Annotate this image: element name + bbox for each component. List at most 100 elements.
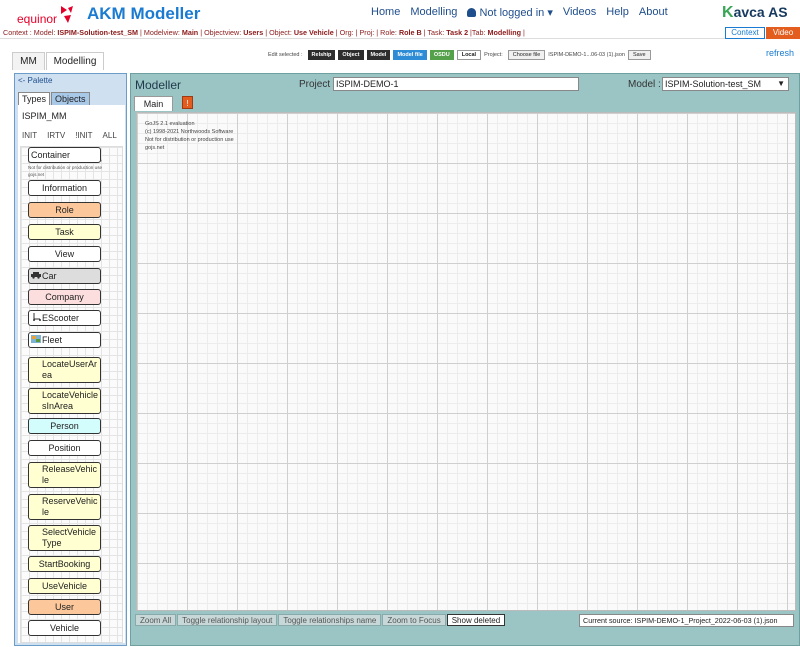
save-button[interactable]: Save bbox=[627, 49, 651, 60]
nav-about[interactable]: About bbox=[639, 6, 668, 19]
palette-item-label: User bbox=[54, 601, 74, 612]
palette-item-fleet[interactable]: Fleet bbox=[28, 332, 101, 348]
tab-modelling[interactable]: Modelling bbox=[46, 52, 104, 70]
context-role: Role B bbox=[398, 28, 422, 37]
nav-videos[interactable]: Videos bbox=[563, 6, 596, 19]
equinor-star-icon bbox=[61, 6, 74, 23]
model-file-button[interactable]: Model file bbox=[393, 49, 427, 60]
palette-item-locatevehiclesinarea[interactable]: LocateVehicle sInArea bbox=[28, 388, 101, 414]
context-button[interactable]: Context bbox=[725, 27, 765, 39]
palette-item-label: Information bbox=[41, 182, 88, 193]
diagram-canvas[interactable]: GoJS 2.1 evaluation (c) 1998-2021 Northw… bbox=[136, 112, 796, 611]
canvas-eval-watermark: GoJS 2.1 evaluation (c) 1998-2021 Northw… bbox=[145, 120, 234, 152]
model-select[interactable]: ISPIM-Solution-test_SM ▼ bbox=[662, 77, 789, 91]
palette-item-locateuserarea[interactable]: LocateUserAr ea bbox=[28, 357, 101, 383]
palette-item-person[interactable]: Person bbox=[28, 418, 101, 434]
local-button[interactable]: Local bbox=[456, 49, 482, 60]
modeller-title: Modeller bbox=[135, 78, 182, 92]
toggle-relationship-layout-button[interactable]: Toggle relationship layout bbox=[177, 614, 278, 626]
add-modelview-button[interactable]: ! bbox=[182, 96, 193, 109]
context-task-label: | Task: bbox=[421, 28, 447, 37]
model-button[interactable]: Model bbox=[366, 49, 391, 60]
palette-item-label: SelectVehicle Type bbox=[42, 527, 97, 548]
palette-item-reservevehicle[interactable]: ReserveVehic le bbox=[28, 494, 101, 520]
relship-button[interactable]: Relship bbox=[307, 49, 336, 60]
metamodel-name: ISPIM_MM bbox=[22, 111, 67, 121]
palette-item-role[interactable]: Role bbox=[28, 202, 101, 218]
palette-item-label: Car bbox=[42, 270, 57, 281]
palette-item-label: Role bbox=[55, 204, 74, 215]
filter-irtv[interactable]: IRTV bbox=[47, 131, 65, 140]
palette-item-car[interactable]: Car bbox=[28, 268, 101, 284]
tab-main[interactable]: Main bbox=[134, 96, 173, 111]
context-modelview: Main bbox=[181, 28, 199, 37]
kavca-k-icon: K bbox=[722, 4, 734, 21]
palette-item-company[interactable]: Company bbox=[28, 289, 101, 305]
top-navbar: equinor AKM Modeller Home Modelling Not … bbox=[0, 0, 800, 27]
palette-eval-line: Not for distribution or production use bbox=[28, 165, 103, 170]
palette-item-label: ReleaseVehic le bbox=[42, 464, 98, 485]
palette-item-task[interactable]: Task bbox=[28, 224, 101, 240]
toggle-relationships-name-button[interactable]: Toggle relationships name bbox=[278, 614, 382, 626]
filter-init[interactable]: INIT bbox=[22, 131, 37, 140]
palette-item-label: View bbox=[54, 248, 75, 259]
nav-links: Home Modelling Not logged in ▾ Videos He… bbox=[371, 6, 678, 19]
osdu-button[interactable]: OSDU bbox=[429, 49, 454, 60]
tab-mm[interactable]: MM bbox=[12, 52, 45, 70]
user-icon bbox=[467, 8, 477, 17]
palette-item-escooter[interactable]: EScooter bbox=[28, 310, 101, 326]
nav-user-label: Not logged in ▾ bbox=[479, 7, 553, 19]
canvas-eval-line: (c) 1998-2021 Northwoods Software bbox=[145, 129, 234, 135]
filter-not-init[interactable]: !INIT bbox=[75, 131, 92, 140]
fleet-icon bbox=[31, 334, 42, 346]
palette-item-view[interactable]: View bbox=[28, 246, 101, 262]
model-label: Model : bbox=[628, 79, 661, 90]
edit-selected-label: Edit selected : bbox=[268, 51, 303, 58]
equinor-wordmark: equinor bbox=[17, 12, 58, 26]
chevron-down-icon: ▼ bbox=[777, 79, 785, 88]
app-title: AKM Modeller bbox=[87, 4, 201, 23]
car-icon bbox=[31, 271, 42, 282]
kavca-logo[interactable]: Kavca AS bbox=[722, 4, 788, 22]
object-button[interactable]: Object bbox=[338, 49, 364, 60]
context-end: | bbox=[521, 28, 525, 37]
palette-item-user[interactable]: User bbox=[28, 599, 101, 615]
palette-item-label: LocateUserAr ea bbox=[42, 359, 98, 380]
context-org-proj: | Org: | Proj: | Role: bbox=[333, 28, 399, 37]
palette-toggle[interactable]: <- Palette bbox=[15, 74, 126, 88]
canvas-eval-line: Not for distribution or production use bbox=[145, 137, 234, 143]
filter-all[interactable]: ALL bbox=[103, 131, 117, 140]
palette-item-container[interactable]: Container bbox=[28, 147, 101, 163]
palette-item-label: Vehicle bbox=[49, 622, 80, 633]
nav-user[interactable]: Not logged in ▾ bbox=[467, 6, 553, 19]
nav-modelling[interactable]: Modelling bbox=[410, 6, 457, 19]
palette-item-usevehicle[interactable]: UseVehicle bbox=[28, 578, 101, 594]
equinor-logo[interactable]: equinor bbox=[17, 2, 74, 26]
zoom-to-focus-button[interactable]: Zoom to Focus bbox=[382, 614, 446, 626]
choose-file-button[interactable]: Choose file bbox=[507, 49, 546, 60]
current-source: Current source: ISPIM-DEMO-1_Project_202… bbox=[579, 614, 794, 627]
zoom-all-button[interactable]: Zoom All bbox=[135, 614, 177, 626]
palette-item-selectvehicletype[interactable]: SelectVehicle Type bbox=[28, 525, 101, 551]
project-file-label: Project: bbox=[484, 51, 503, 58]
palette-item-label: Container bbox=[31, 149, 71, 160]
context-tab-label: |Tab: bbox=[468, 28, 488, 37]
palette-item-label: UseVehicle bbox=[41, 580, 88, 591]
project-name-input[interactable]: ISPIM-DEMO-1 bbox=[333, 77, 579, 91]
context-task: Task 2 bbox=[446, 28, 469, 37]
palette-item-position[interactable]: Position bbox=[28, 440, 101, 456]
palette-item-label: Task bbox=[55, 226, 74, 237]
palette-item-startbooking[interactable]: StartBooking bbox=[28, 556, 101, 572]
tab-objects[interactable]: Objects bbox=[51, 92, 90, 105]
palette-item-label: Person bbox=[50, 420, 79, 431]
video-button[interactable]: Video bbox=[766, 27, 800, 39]
project-label: Project : bbox=[299, 79, 336, 90]
show-deleted-button[interactable]: Show deleted bbox=[446, 614, 506, 626]
nav-help[interactable]: Help bbox=[606, 6, 629, 19]
palette-item-vehicle[interactable]: Vehicle bbox=[28, 620, 101, 636]
palette-item-information[interactable]: Information bbox=[28, 180, 101, 196]
nav-home[interactable]: Home bbox=[371, 6, 400, 19]
tab-types[interactable]: Types bbox=[18, 92, 51, 105]
refresh-link[interactable]: refresh bbox=[766, 48, 794, 58]
palette-item-releasevehicle[interactable]: ReleaseVehic le bbox=[28, 462, 101, 488]
